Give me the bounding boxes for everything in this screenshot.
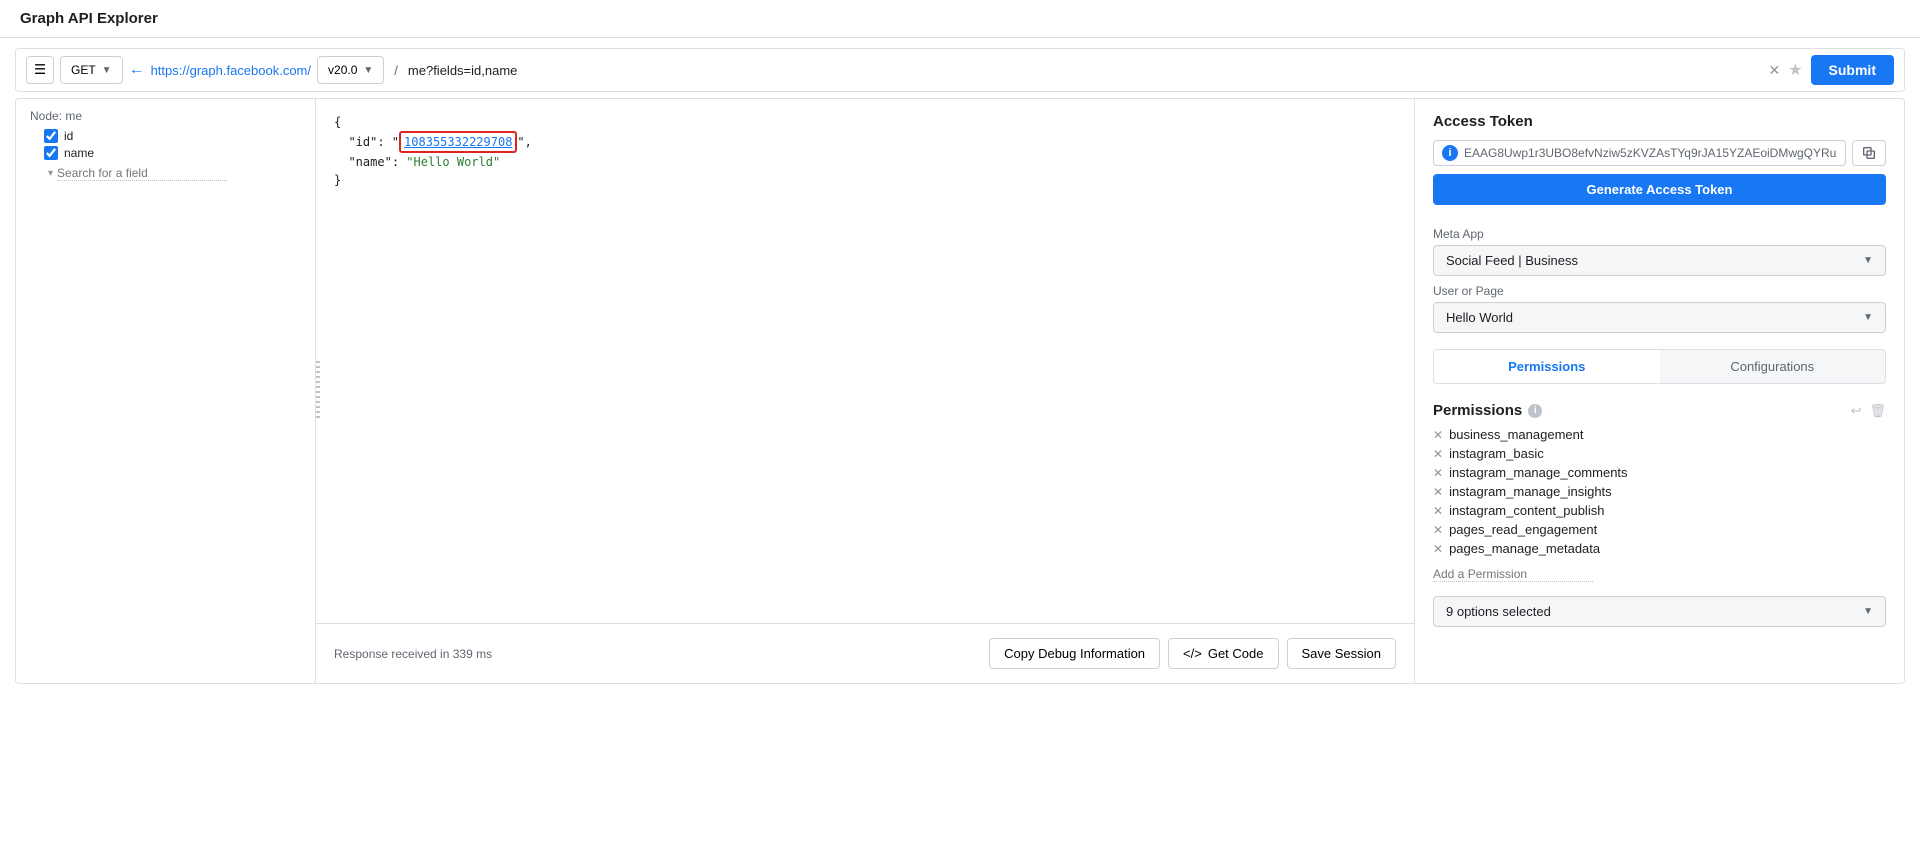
get-code-button[interactable]: </> Get Code (1168, 638, 1278, 669)
permission-name: business_management (1449, 427, 1583, 442)
node-label: Node: me (30, 109, 301, 123)
path-separator: / (390, 63, 402, 78)
permissions-heading-text: Permissions (1433, 402, 1522, 419)
chevron-down-icon: ▼ (1863, 255, 1873, 266)
options-selected-label: 9 options selected (1446, 604, 1551, 619)
get-code-label: Get Code (1208, 646, 1264, 661)
field-checkbox-id[interactable] (44, 129, 58, 143)
remove-permission-icon[interactable]: ✕ (1433, 542, 1443, 556)
response-body: { "id": "108355332229708", "name": "Hell… (316, 99, 1414, 623)
permission-item: ✕ pages_manage_metadata (1433, 539, 1886, 558)
permission-name: pages_read_engagement (1449, 522, 1597, 537)
field-row-id: id (44, 129, 301, 143)
permission-name: pages_manage_metadata (1449, 541, 1600, 556)
json-key-id: "id" (348, 135, 377, 149)
user-page-label: User or Page (1433, 284, 1886, 298)
response-panel: { "id": "108355332229708", "name": "Hell… (316, 99, 1414, 683)
response-footer: Response received in 339 ms Copy Debug I… (316, 623, 1414, 683)
tab-configurations[interactable]: Configurations (1660, 350, 1886, 383)
meta-app-select[interactable]: Social Feed | Business ▼ (1433, 245, 1886, 276)
generate-token-button[interactable]: Generate Access Token (1433, 174, 1886, 205)
access-token-input[interactable] (1464, 146, 1837, 160)
field-name: id (64, 129, 73, 143)
back-arrow-icon[interactable]: ← (129, 61, 145, 79)
add-permission-input[interactable] (1433, 567, 1593, 582)
request-toolbar: ☰ GET ▼ ← https://graph.facebook.com/ v2… (15, 48, 1905, 92)
highlighted-id: 108355332229708 (399, 131, 517, 153)
permission-name: instagram_manage_insights (1449, 484, 1612, 499)
json-key-name: "name" (348, 155, 391, 169)
base-url[interactable]: https://graph.facebook.com/ (151, 63, 311, 78)
content-area: Node: me id name ▾ { "id": "108355332229… (15, 98, 1905, 684)
permission-name: instagram_manage_comments (1449, 465, 1627, 480)
chevron-down-icon: ▼ (102, 65, 112, 76)
http-method-select[interactable]: GET ▼ (60, 56, 123, 84)
sidebar-right: Access Token i Generate Access Token Met… (1414, 99, 1904, 683)
api-version-label: v20.0 (328, 63, 357, 77)
chevron-down-icon: ▼ (363, 65, 373, 76)
submit-button[interactable]: Submit (1811, 55, 1894, 85)
response-status: Response received in 339 ms (334, 647, 492, 661)
tabs: Permissions Configurations (1433, 349, 1886, 384)
star-icon[interactable]: ★ (1788, 60, 1802, 80)
page-title: Graph API Explorer (20, 10, 1900, 27)
meta-app-value: Social Feed | Business (1446, 253, 1578, 268)
save-session-button[interactable]: Save Session (1287, 638, 1397, 669)
user-page-select[interactable]: Hello World ▼ (1433, 302, 1886, 333)
remove-permission-icon[interactable]: ✕ (1433, 466, 1443, 480)
copy-icon (1861, 145, 1877, 161)
permission-name: instagram_content_publish (1449, 503, 1604, 518)
copy-token-button[interactable] (1852, 140, 1886, 166)
remove-permission-icon[interactable]: ✕ (1433, 504, 1443, 518)
token-input-wrap: i (1433, 140, 1846, 166)
permission-name: instagram_basic (1449, 446, 1544, 461)
permission-item: ✕ pages_read_engagement (1433, 520, 1886, 539)
permissions-heading: Permissions i (1433, 402, 1542, 419)
options-selected-dropdown[interactable]: 9 options selected ▼ (1433, 596, 1886, 627)
permission-item: ✕ instagram_basic (1433, 444, 1886, 463)
info-icon[interactable]: i (1442, 145, 1458, 161)
hamburger-icon: ☰ (34, 62, 46, 78)
http-method-label: GET (71, 63, 96, 77)
id-link[interactable]: 108355332229708 (404, 135, 512, 149)
page-header: Graph API Explorer (0, 0, 1920, 38)
clear-query-icon[interactable]: ✕ (1768, 62, 1780, 79)
meta-app-label: Meta App (1433, 227, 1886, 241)
remove-permission-icon[interactable]: ✕ (1433, 447, 1443, 461)
api-version-select[interactable]: v20.0 ▼ (317, 56, 384, 84)
permission-item: ✕ business_management (1433, 425, 1886, 444)
user-page-value: Hello World (1446, 310, 1513, 325)
copy-debug-button[interactable]: Copy Debug Information (989, 638, 1160, 669)
json-value-name: "Hello World" (406, 155, 500, 169)
field-search-input[interactable] (57, 166, 227, 181)
remove-permission-icon[interactable]: ✕ (1433, 428, 1443, 442)
field-name: name (64, 146, 94, 160)
field-checkbox-name[interactable] (44, 146, 58, 160)
remove-permission-icon[interactable]: ✕ (1433, 523, 1443, 537)
chevron-down-icon: ▼ (1863, 312, 1873, 323)
remove-permission-icon[interactable]: ✕ (1433, 485, 1443, 499)
menu-toggle-button[interactable]: ☰ (26, 56, 54, 84)
tab-permissions[interactable]: Permissions (1434, 350, 1660, 383)
search-field-wrap: ▾ (48, 166, 301, 181)
permission-item: ✕ instagram_content_publish (1433, 501, 1886, 520)
permissions-list: ✕ business_management ✕ instagram_basic ✕ i… (1433, 425, 1886, 558)
chevron-down-icon[interactable]: ▾ (48, 168, 53, 179)
permission-item: ✕ instagram_manage_comments (1433, 463, 1886, 482)
undo-icon[interactable]: ↩ (1851, 403, 1862, 419)
fields-panel: Node: me id name ▾ (16, 99, 316, 683)
chevron-down-icon: ▼ (1863, 606, 1873, 617)
permission-item: ✕ instagram_manage_insights (1433, 482, 1886, 501)
info-icon[interactable]: i (1528, 404, 1542, 418)
add-permission-wrap (1433, 566, 1886, 582)
trash-icon[interactable]: 🗑 (1869, 403, 1886, 419)
query-input[interactable] (408, 63, 1763, 78)
field-row-name: name (44, 146, 301, 160)
code-icon: </> (1183, 646, 1202, 661)
access-token-heading: Access Token (1433, 113, 1886, 130)
